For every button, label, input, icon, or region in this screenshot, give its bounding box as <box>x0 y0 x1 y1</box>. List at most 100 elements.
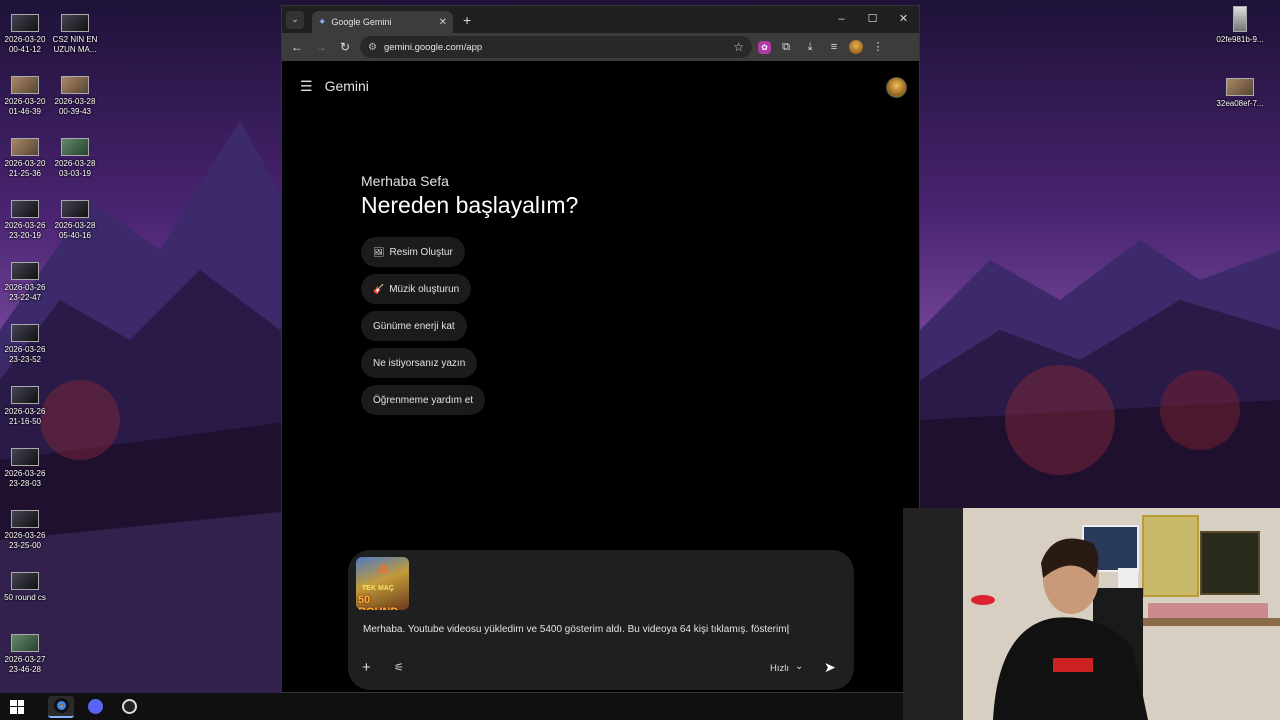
chip-label: Resim Oluştur <box>389 246 453 258</box>
video-thumbnail-icon <box>11 634 39 652</box>
tools-sliders-icon[interactable]: ⚟ <box>394 661 404 674</box>
video-thumbnail-icon <box>61 14 89 32</box>
desktop-icon-15[interactable]: 2026-03-27 23-46-28 <box>0 634 50 675</box>
windows-start-icon[interactable] <box>10 699 24 714</box>
webcam-scene-image <box>903 508 1280 720</box>
taskbar-obs[interactable] <box>116 696 142 718</box>
add-attachment-button[interactable]: + <box>362 659 371 676</box>
model-mode-selector[interactable]: Hızlı <box>770 663 789 674</box>
video-thumbnail-icon <box>11 386 39 404</box>
chip-energize-day[interactable]: Günüme enerji kat <box>361 311 467 341</box>
desktop-icon-12[interactable]: 2026-03-26 23-28-03 <box>0 448 50 489</box>
forward-button[interactable]: → <box>312 40 330 54</box>
bookmark-star-icon[interactable]: ☆ <box>733 40 744 54</box>
app-header: ☰ Gemini <box>282 61 919 111</box>
video-thumbnail-icon <box>11 262 39 280</box>
desktop-icon-14[interactable]: 50 round cs <box>0 572 50 603</box>
attachment-text-1: TEK MAÇ <box>362 585 394 592</box>
discord-icon <box>87 699 103 714</box>
desktop-icon-13[interactable]: 2026-03-26 23-25-00 <box>0 510 50 551</box>
image-thumbnail-icon <box>1226 78 1254 96</box>
image-thumbnail-icon <box>1233 6 1247 32</box>
browser-window: ⌄ ✦ Google Gemini ✕ + – ☐ ✕ ← → ↻ ⚙ gemi… <box>281 5 920 693</box>
desktop-icon-right-2[interactable]: 32ea08ef-7... <box>1214 78 1266 109</box>
chip-label: Günüme enerji kat <box>373 320 455 332</box>
window-controls: – ☐ ✕ <box>826 6 919 33</box>
desktop-icon-8[interactable]: 2026-03-28 05-40-16 <box>50 200 100 241</box>
video-thumbnail-icon <box>61 138 89 156</box>
media-control-icon[interactable]: ≡ <box>825 38 843 56</box>
taskbar <box>0 693 903 720</box>
tab-gemini[interactable]: ✦ Google Gemini ✕ <box>312 11 453 33</box>
site-info-icon[interactable]: ⚙ <box>368 42 377 53</box>
taskbar-chrome[interactable] <box>48 695 74 718</box>
chevron-down-icon[interactable]: ⌄ <box>795 661 803 672</box>
address-bar[interactable]: ⚙ gemini.google.com/app ☆ <box>360 36 752 58</box>
download-icon[interactable]: ⤓ <box>801 38 819 56</box>
prompt-composer: A TEK MAÇ 50 ROUND Merhaba. Youtube vide… <box>348 550 854 690</box>
desktop-icon-5[interactable]: 2026-03-20 21-25-36 <box>0 138 50 179</box>
gemini-app: ☰ Gemini Merhaba Sefa Nereden başlayalım… <box>282 61 919 692</box>
browser-menu-icon[interactable]: ⋮ <box>869 38 887 56</box>
reload-button[interactable]: ↻ <box>336 40 354 54</box>
prompt-input[interactable]: Merhaba. Youtube videosu yükledim ve 540… <box>363 624 843 635</box>
chip-label: Ne istiyorsanız yazın <box>373 357 466 369</box>
send-button[interactable]: ➤ <box>824 659 836 676</box>
greeting-title: Nereden başlayalım? <box>361 192 579 218</box>
guitar-icon: 🎸 <box>373 283 385 294</box>
video-thumbnail-icon <box>11 14 39 32</box>
user-avatar[interactable] <box>886 77 907 98</box>
close-window-button[interactable]: ✕ <box>888 6 919 33</box>
desktop-icon-3[interactable]: 2026-03-20 01-46-39 <box>0 76 50 117</box>
menu-icon[interactable]: ☰ <box>300 78 313 95</box>
taskbar-discord[interactable] <box>82 696 108 718</box>
tab-title: Google Gemini <box>331 17 392 27</box>
maximize-button[interactable]: ☐ <box>857 6 888 33</box>
attached-image-thumbnail[interactable]: A TEK MAÇ 50 ROUND <box>356 557 409 610</box>
chip-help-me-learn[interactable]: Öğrenmeme yardım et <box>361 385 486 415</box>
video-thumbnail-icon <box>61 76 89 94</box>
video-thumbnail-icon <box>11 510 39 528</box>
attachment-text-2: 50 ROUND <box>358 594 398 610</box>
video-thumbnail-icon <box>11 200 39 218</box>
url-text: gemini.google.com/app <box>383 41 483 53</box>
tab-bar: ⌄ ✦ Google Gemini ✕ + – ☐ ✕ <box>282 6 919 33</box>
webcam-overlay <box>903 508 1280 720</box>
desktop-icon-7[interactable]: 2026-03-26 23-20-19 <box>0 200 50 241</box>
chip-create-music[interactable]: 🎸 Müzik oluşturun <box>361 274 472 304</box>
recording-app-icon <box>121 699 137 714</box>
desktop-icon-4[interactable]: 2026-03-28 00-39-43 <box>50 76 100 117</box>
desktop-icon-right-1[interactable]: 02fe981b-9... <box>1214 6 1266 45</box>
video-thumbnail-icon <box>11 76 39 94</box>
chip-label: Öğrenmeme yardım et <box>373 394 474 406</box>
desktop-icon-10[interactable]: 2026-03-26 23-23-52 <box>0 324 50 365</box>
extensions-puzzle-icon[interactable]: ⧉ <box>777 38 795 56</box>
video-thumbnail-icon <box>11 324 39 342</box>
image-icon: 🖼 <box>373 246 385 257</box>
chevron-down-icon: ⌄ <box>291 14 299 24</box>
new-tab-button[interactable]: + <box>463 12 471 28</box>
tab-search-button[interactable]: ⌄ <box>286 10 304 29</box>
gemini-sparkle-icon: ✦ <box>318 16 327 28</box>
attachment-logo-text: A <box>378 561 389 577</box>
chip-write-anything[interactable]: Ne istiyorsanız yazın <box>361 348 478 378</box>
chip-create-image[interactable]: 🖼 Resim Oluştur <box>361 237 465 267</box>
desktop-icon-9[interactable]: 2026-03-26 23-22-47 <box>0 262 50 303</box>
browser-toolbar: ← → ↻ ⚙ gemini.google.com/app ☆ ✿ ⧉ ⤓ ≡ … <box>282 33 919 61</box>
greeting-name: Merhaba Sefa <box>361 173 449 189</box>
video-thumbnail-icon <box>11 138 39 156</box>
chrome-icon <box>53 698 69 713</box>
extension-icon[interactable]: ✿ <box>758 40 771 54</box>
profile-avatar-icon[interactable] <box>849 40 863 54</box>
desktop-icon-2[interactable]: CS2 NIN EN UZUN MA... <box>50 14 100 55</box>
minimize-button[interactable]: – <box>826 6 857 33</box>
video-thumbnail-icon <box>61 200 89 218</box>
desktop-icon-11[interactable]: 2026-03-26 21-16-50 <box>0 386 50 427</box>
video-thumbnail-icon <box>11 448 39 466</box>
video-thumbnail-icon <box>11 572 39 590</box>
back-button[interactable]: ← <box>288 40 306 54</box>
tab-close-icon[interactable]: ✕ <box>439 17 447 28</box>
app-brand: Gemini <box>324 78 369 94</box>
desktop-icon-1[interactable]: 2026-03-20 00-41-12 <box>0 14 50 55</box>
desktop-icon-6[interactable]: 2026-03-28 03-03-19 <box>50 138 100 179</box>
